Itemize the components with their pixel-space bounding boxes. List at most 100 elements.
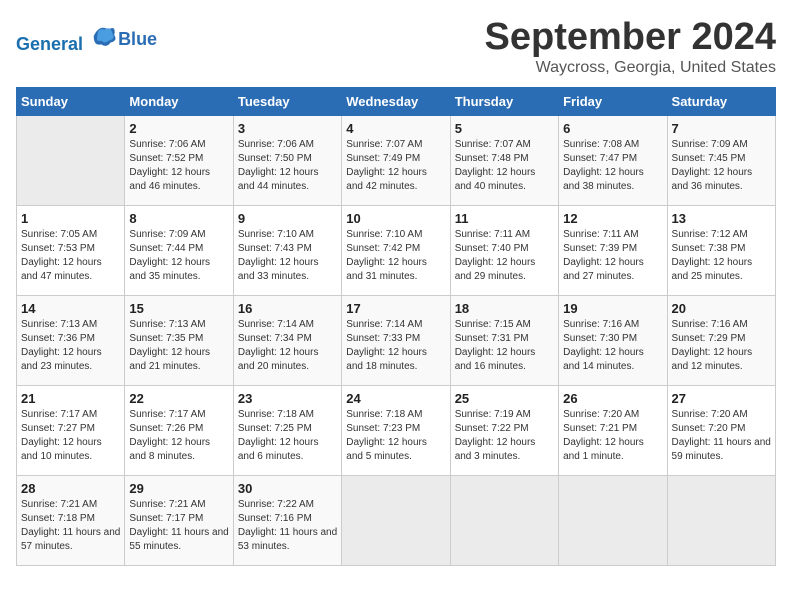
day-number: 12 <box>563 211 662 226</box>
cell-info: Sunrise: 7:07 AMSunset: 7:48 PMDaylight:… <box>455 138 554 194</box>
calendar-cell: 12 Sunrise: 7:11 AMSunset: 7:39 PMDayligh… <box>559 206 667 296</box>
cell-info: Sunrise: 7:17 AMSunset: 7:26 PMDaylight:… <box>129 408 228 464</box>
calendar-cell: 16 Sunrise: 7:14 AMSunset: 7:34 PMDayligh… <box>233 296 341 386</box>
calendar-cell: 4 Sunrise: 7:07 AMSunset: 7:49 PMDaylight… <box>342 116 450 206</box>
calendar-cell: 19 Sunrise: 7:16 AMSunset: 7:30 PMDayligh… <box>559 296 667 386</box>
day-number: 28 <box>21 481 120 496</box>
col-sunday: Sunday <box>17 88 125 116</box>
day-number: 5 <box>455 121 554 136</box>
cell-info: Sunrise: 7:10 AMSunset: 7:42 PMDaylight:… <box>346 228 445 284</box>
calendar-cell <box>667 476 775 566</box>
day-number: 2 <box>129 121 228 136</box>
calendar-cell: 20 Sunrise: 7:16 AMSunset: 7:29 PMDayligh… <box>667 296 775 386</box>
cell-info: Sunrise: 7:06 AMSunset: 7:50 PMDaylight:… <box>238 138 337 194</box>
day-number: 16 <box>238 301 337 316</box>
day-number: 15 <box>129 301 228 316</box>
calendar-cell: 28 Sunrise: 7:21 AMSunset: 7:18 PMDayligh… <box>17 476 125 566</box>
day-number: 1 <box>21 211 120 226</box>
calendar-cell: 8Sunrise: 7:09 AMSunset: 7:44 PMDaylight… <box>125 206 233 296</box>
day-number: 18 <box>455 301 554 316</box>
day-number: 29 <box>129 481 228 496</box>
calendar-cell: 2 Sunrise: 7:06 AMSunset: 7:52 PMDaylight… <box>125 116 233 206</box>
calendar-table: Sunday Monday Tuesday Wednesday Thursday… <box>16 87 776 566</box>
calendar-cell: 15 Sunrise: 7:13 AMSunset: 7:35 PMDayligh… <box>125 296 233 386</box>
cell-info: Sunrise: 7:10 AMSunset: 7:43 PMDaylight:… <box>238 228 337 284</box>
col-saturday: Saturday <box>667 88 775 116</box>
logo-icon <box>90 22 118 50</box>
calendar-cell: 26 Sunrise: 7:20 AMSunset: 7:21 PMDayligh… <box>559 386 667 476</box>
day-number: 30 <box>238 481 337 496</box>
day-number: 23 <box>238 391 337 406</box>
cell-info: Sunrise: 7:11 AMSunset: 7:40 PMDaylight:… <box>455 228 554 284</box>
day-number: 26 <box>563 391 662 406</box>
day-number: 19 <box>563 301 662 316</box>
calendar-cell: 11 Sunrise: 7:11 AMSunset: 7:40 PMDayligh… <box>450 206 558 296</box>
day-number: 10 <box>346 211 445 226</box>
calendar-cell: 27 Sunrise: 7:20 AMSunset: 7:20 PMDayligh… <box>667 386 775 476</box>
calendar-row: 2 Sunrise: 7:06 AMSunset: 7:52 PMDaylight… <box>17 116 776 206</box>
day-number: 3 <box>238 121 337 136</box>
logo: General Blue <box>16 22 157 55</box>
header: General Blue September 2024 Waycross, Ge… <box>16 16 776 77</box>
day-number: 6 <box>563 121 662 136</box>
cell-info: Sunrise: 7:14 AMSunset: 7:33 PMDaylight:… <box>346 318 445 374</box>
cell-info: Sunrise: 7:11 AMSunset: 7:39 PMDaylight:… <box>563 228 662 284</box>
col-friday: Friday <box>559 88 667 116</box>
calendar-row: 14Sunrise: 7:13 AMSunset: 7:36 PMDayligh… <box>17 296 776 386</box>
day-number: 4 <box>346 121 445 136</box>
calendar-cell <box>342 476 450 566</box>
cell-info: Sunrise: 7:06 AMSunset: 7:52 PMDaylight:… <box>129 138 228 194</box>
cell-info: Sunrise: 7:09 AMSunset: 7:44 PMDaylight:… <box>129 228 228 284</box>
calendar-row: 28 Sunrise: 7:21 AMSunset: 7:18 PMDayligh… <box>17 476 776 566</box>
cell-info: Sunrise: 7:18 AMSunset: 7:25 PMDaylight:… <box>238 408 337 464</box>
calendar-cell: 18Sunrise: 7:15 AMSunset: 7:31 PMDayligh… <box>450 296 558 386</box>
calendar-cell: 3 Sunrise: 7:06 AMSunset: 7:50 PMDaylight… <box>233 116 341 206</box>
calendar-cell: 7 Sunrise: 7:09 AMSunset: 7:45 PMDaylight… <box>667 116 775 206</box>
day-number: 25 <box>455 391 554 406</box>
calendar-cell: 21 Sunrise: 7:17 AMSunset: 7:27 PMDayligh… <box>17 386 125 476</box>
calendar-cell: 13 Sunrise: 7:12 AMSunset: 7:38 PMDayligh… <box>667 206 775 296</box>
cell-info: Sunrise: 7:18 AMSunset: 7:23 PMDaylight:… <box>346 408 445 464</box>
cell-info: Sunrise: 7:22 AMSunset: 7:16 PMDaylight:… <box>238 498 337 554</box>
cell-info: Sunrise: 7:12 AMSunset: 7:38 PMDaylight:… <box>672 228 771 284</box>
month-title: September 2024 <box>485 16 777 59</box>
day-number: 27 <box>672 391 771 406</box>
day-number: 13 <box>672 211 771 226</box>
calendar-cell <box>559 476 667 566</box>
calendar-cell: 14Sunrise: 7:13 AMSunset: 7:36 PMDayligh… <box>17 296 125 386</box>
cell-info: Sunrise: 7:05 AMSunset: 7:53 PMDaylight:… <box>21 228 120 284</box>
cell-info: Sunrise: 7:17 AMSunset: 7:27 PMDaylight:… <box>21 408 120 464</box>
day-number: 20 <box>672 301 771 316</box>
calendar-cell: 5 Sunrise: 7:07 AMSunset: 7:48 PMDaylight… <box>450 116 558 206</box>
calendar-cell: 22Sunrise: 7:17 AMSunset: 7:26 PMDayligh… <box>125 386 233 476</box>
calendar-cell: 24 Sunrise: 7:18 AMSunset: 7:23 PMDayligh… <box>342 386 450 476</box>
day-number: 14 <box>21 301 120 316</box>
col-wednesday: Wednesday <box>342 88 450 116</box>
day-number: 11 <box>455 211 554 226</box>
calendar-cell: 23 Sunrise: 7:18 AMSunset: 7:25 PMDayligh… <box>233 386 341 476</box>
cell-info: Sunrise: 7:13 AMSunset: 7:35 PMDaylight:… <box>129 318 228 374</box>
logo-blue: Blue <box>118 29 157 50</box>
cell-info: Sunrise: 7:14 AMSunset: 7:34 PMDaylight:… <box>238 318 337 374</box>
day-number: 24 <box>346 391 445 406</box>
cell-info: Sunrise: 7:16 AMSunset: 7:29 PMDaylight:… <box>672 318 771 374</box>
cell-info: Sunrise: 7:20 AMSunset: 7:20 PMDaylight:… <box>672 408 771 464</box>
calendar-cell: 10 Sunrise: 7:10 AMSunset: 7:42 PMDayligh… <box>342 206 450 296</box>
cell-info: Sunrise: 7:16 AMSunset: 7:30 PMDaylight:… <box>563 318 662 374</box>
location: Waycross, Georgia, United States <box>485 59 777 77</box>
calendar-cell: 17Sunrise: 7:14 AMSunset: 7:33 PMDayligh… <box>342 296 450 386</box>
cell-info: Sunrise: 7:08 AMSunset: 7:47 PMDaylight:… <box>563 138 662 194</box>
cell-info: Sunrise: 7:09 AMSunset: 7:45 PMDaylight:… <box>672 138 771 194</box>
cell-info: Sunrise: 7:07 AMSunset: 7:49 PMDaylight:… <box>346 138 445 194</box>
cell-info: Sunrise: 7:21 AMSunset: 7:18 PMDaylight:… <box>21 498 120 554</box>
col-monday: Monday <box>125 88 233 116</box>
day-number: 7 <box>672 121 771 136</box>
logo-text: General <box>16 22 118 55</box>
col-tuesday: Tuesday <box>233 88 341 116</box>
title-area: September 2024 Waycross, Georgia, United… <box>485 16 777 77</box>
day-number: 21 <box>21 391 120 406</box>
calendar-cell: 1 Sunrise: 7:05 AMSunset: 7:53 PMDaylight… <box>17 206 125 296</box>
header-row: Sunday Monday Tuesday Wednesday Thursday… <box>17 88 776 116</box>
cell-info: Sunrise: 7:20 AMSunset: 7:21 PMDaylight:… <box>563 408 662 464</box>
calendar-row: 1 Sunrise: 7:05 AMSunset: 7:53 PMDaylight… <box>17 206 776 296</box>
